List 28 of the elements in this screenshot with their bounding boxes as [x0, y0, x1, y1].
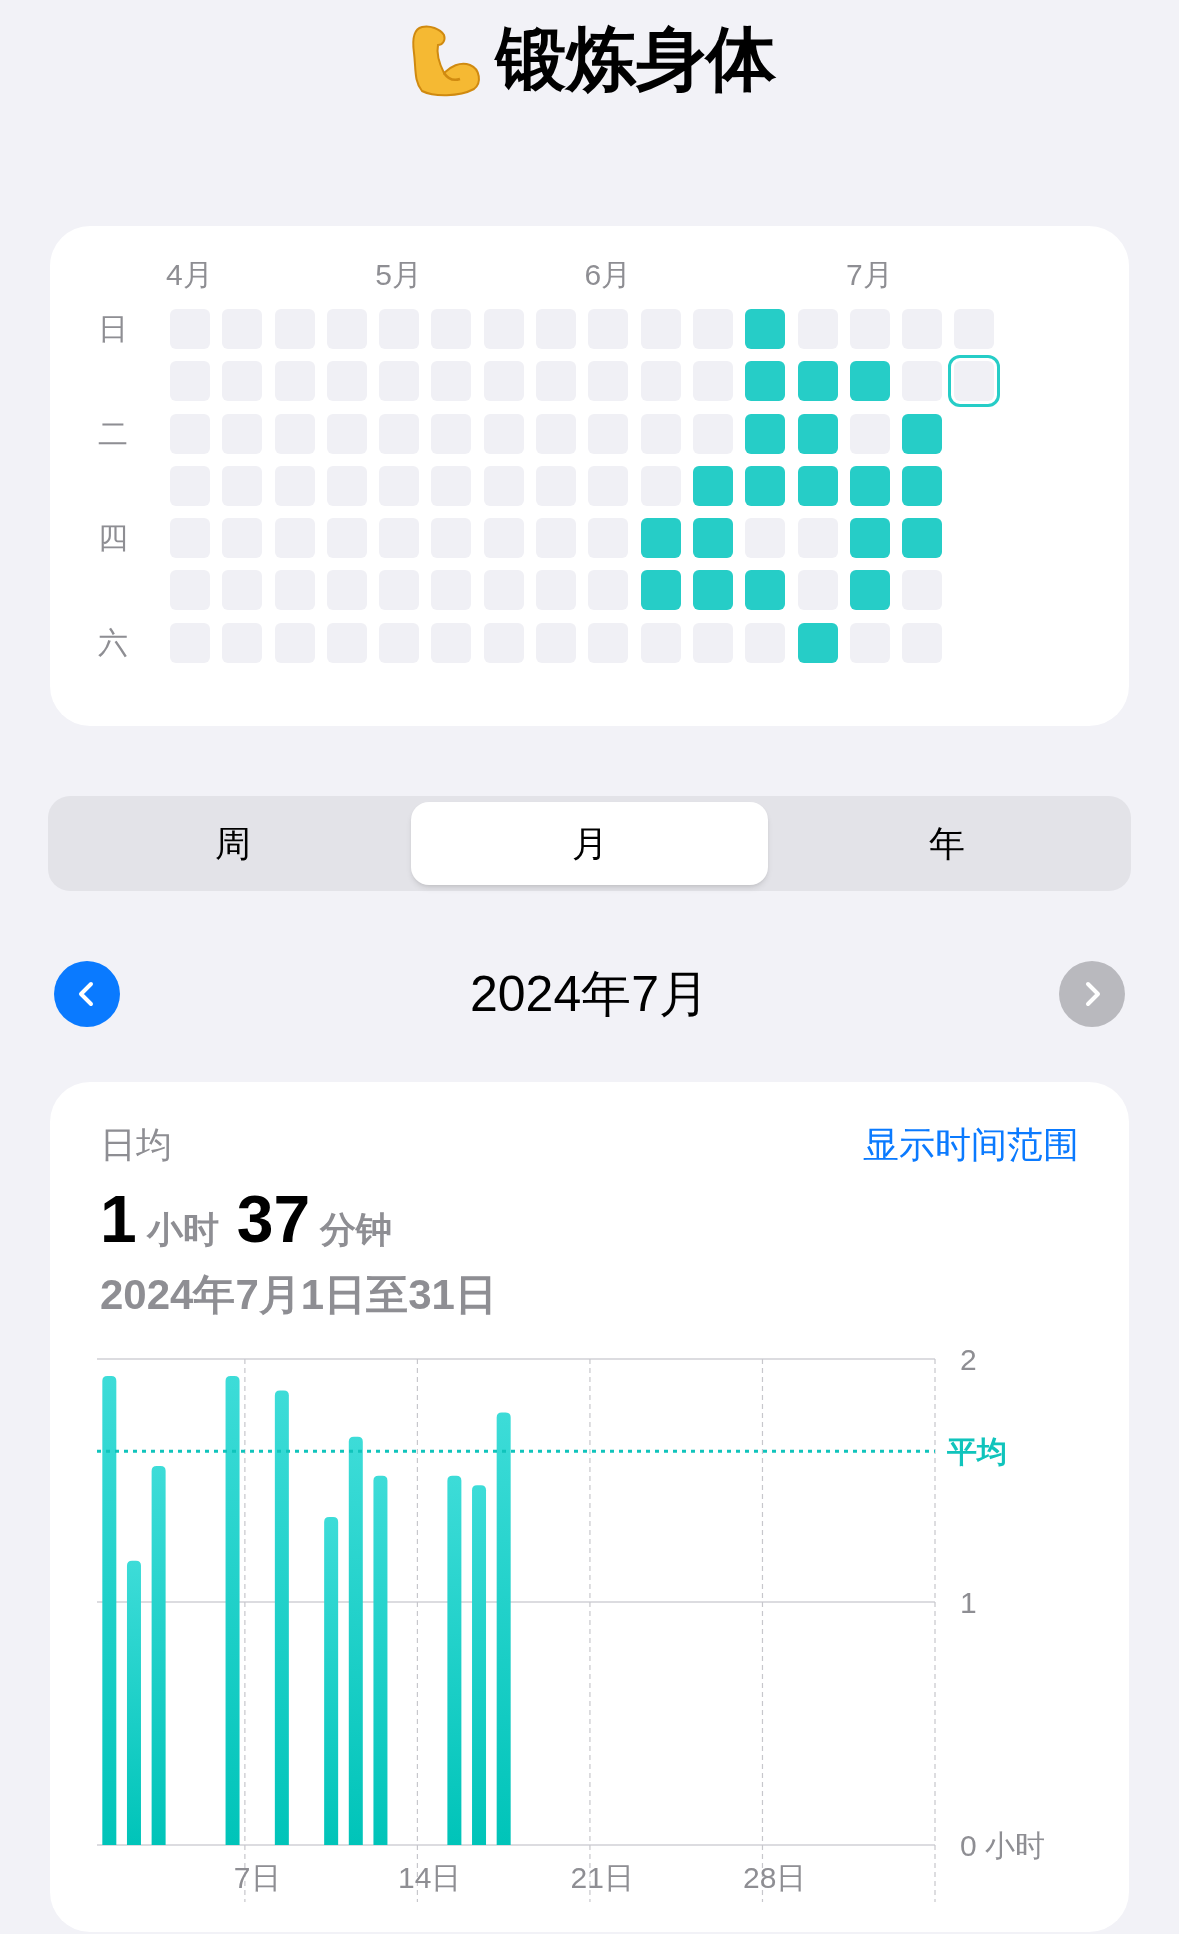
weekday-label: 二 — [98, 418, 128, 449]
x-axis-label: 21日 — [570, 1860, 634, 1894]
period-title: 2024年7月 — [469, 964, 709, 1024]
y-axis-label: 1 — [960, 1585, 977, 1619]
month-label: 6月 — [584, 257, 632, 293]
segment-tab[interactable]: 周 — [54, 802, 411, 885]
duration-unit: 分钟 — [320, 1208, 393, 1252]
month-label: 4月 — [166, 257, 213, 293]
page-title: 锻炼身体 — [495, 24, 776, 94]
x-axis-label: 14日 — [398, 1860, 462, 1894]
y-axis-label: 2 — [960, 1342, 977, 1376]
x-axis-label: 28日 — [743, 1860, 807, 1894]
segment-tab[interactable]: 年 — [768, 802, 1125, 885]
average-label: 平均 — [947, 1434, 1007, 1468]
show-range-link[interactable]: 显示时间范围 — [863, 1118, 1079, 1172]
weekday-label: 四 — [98, 523, 128, 554]
segment-tab[interactable]: 月 — [411, 802, 768, 885]
duration-value: 37 — [236, 1181, 311, 1258]
summary-label: 日均 — [100, 1123, 172, 1167]
y-axis-label: 0 小时 — [960, 1828, 1046, 1862]
month-label: 7月 — [845, 257, 893, 293]
date-range: 2024年7月1日至31日 — [100, 1269, 498, 1320]
duration-value: 1 — [100, 1181, 137, 1258]
weekday-label: 六 — [98, 627, 128, 658]
duration-unit: 小时 — [146, 1208, 219, 1252]
month-label: 5月 — [375, 257, 422, 293]
x-axis-label: 7日 — [233, 1860, 281, 1894]
weekday-label: 日 — [98, 314, 128, 344]
